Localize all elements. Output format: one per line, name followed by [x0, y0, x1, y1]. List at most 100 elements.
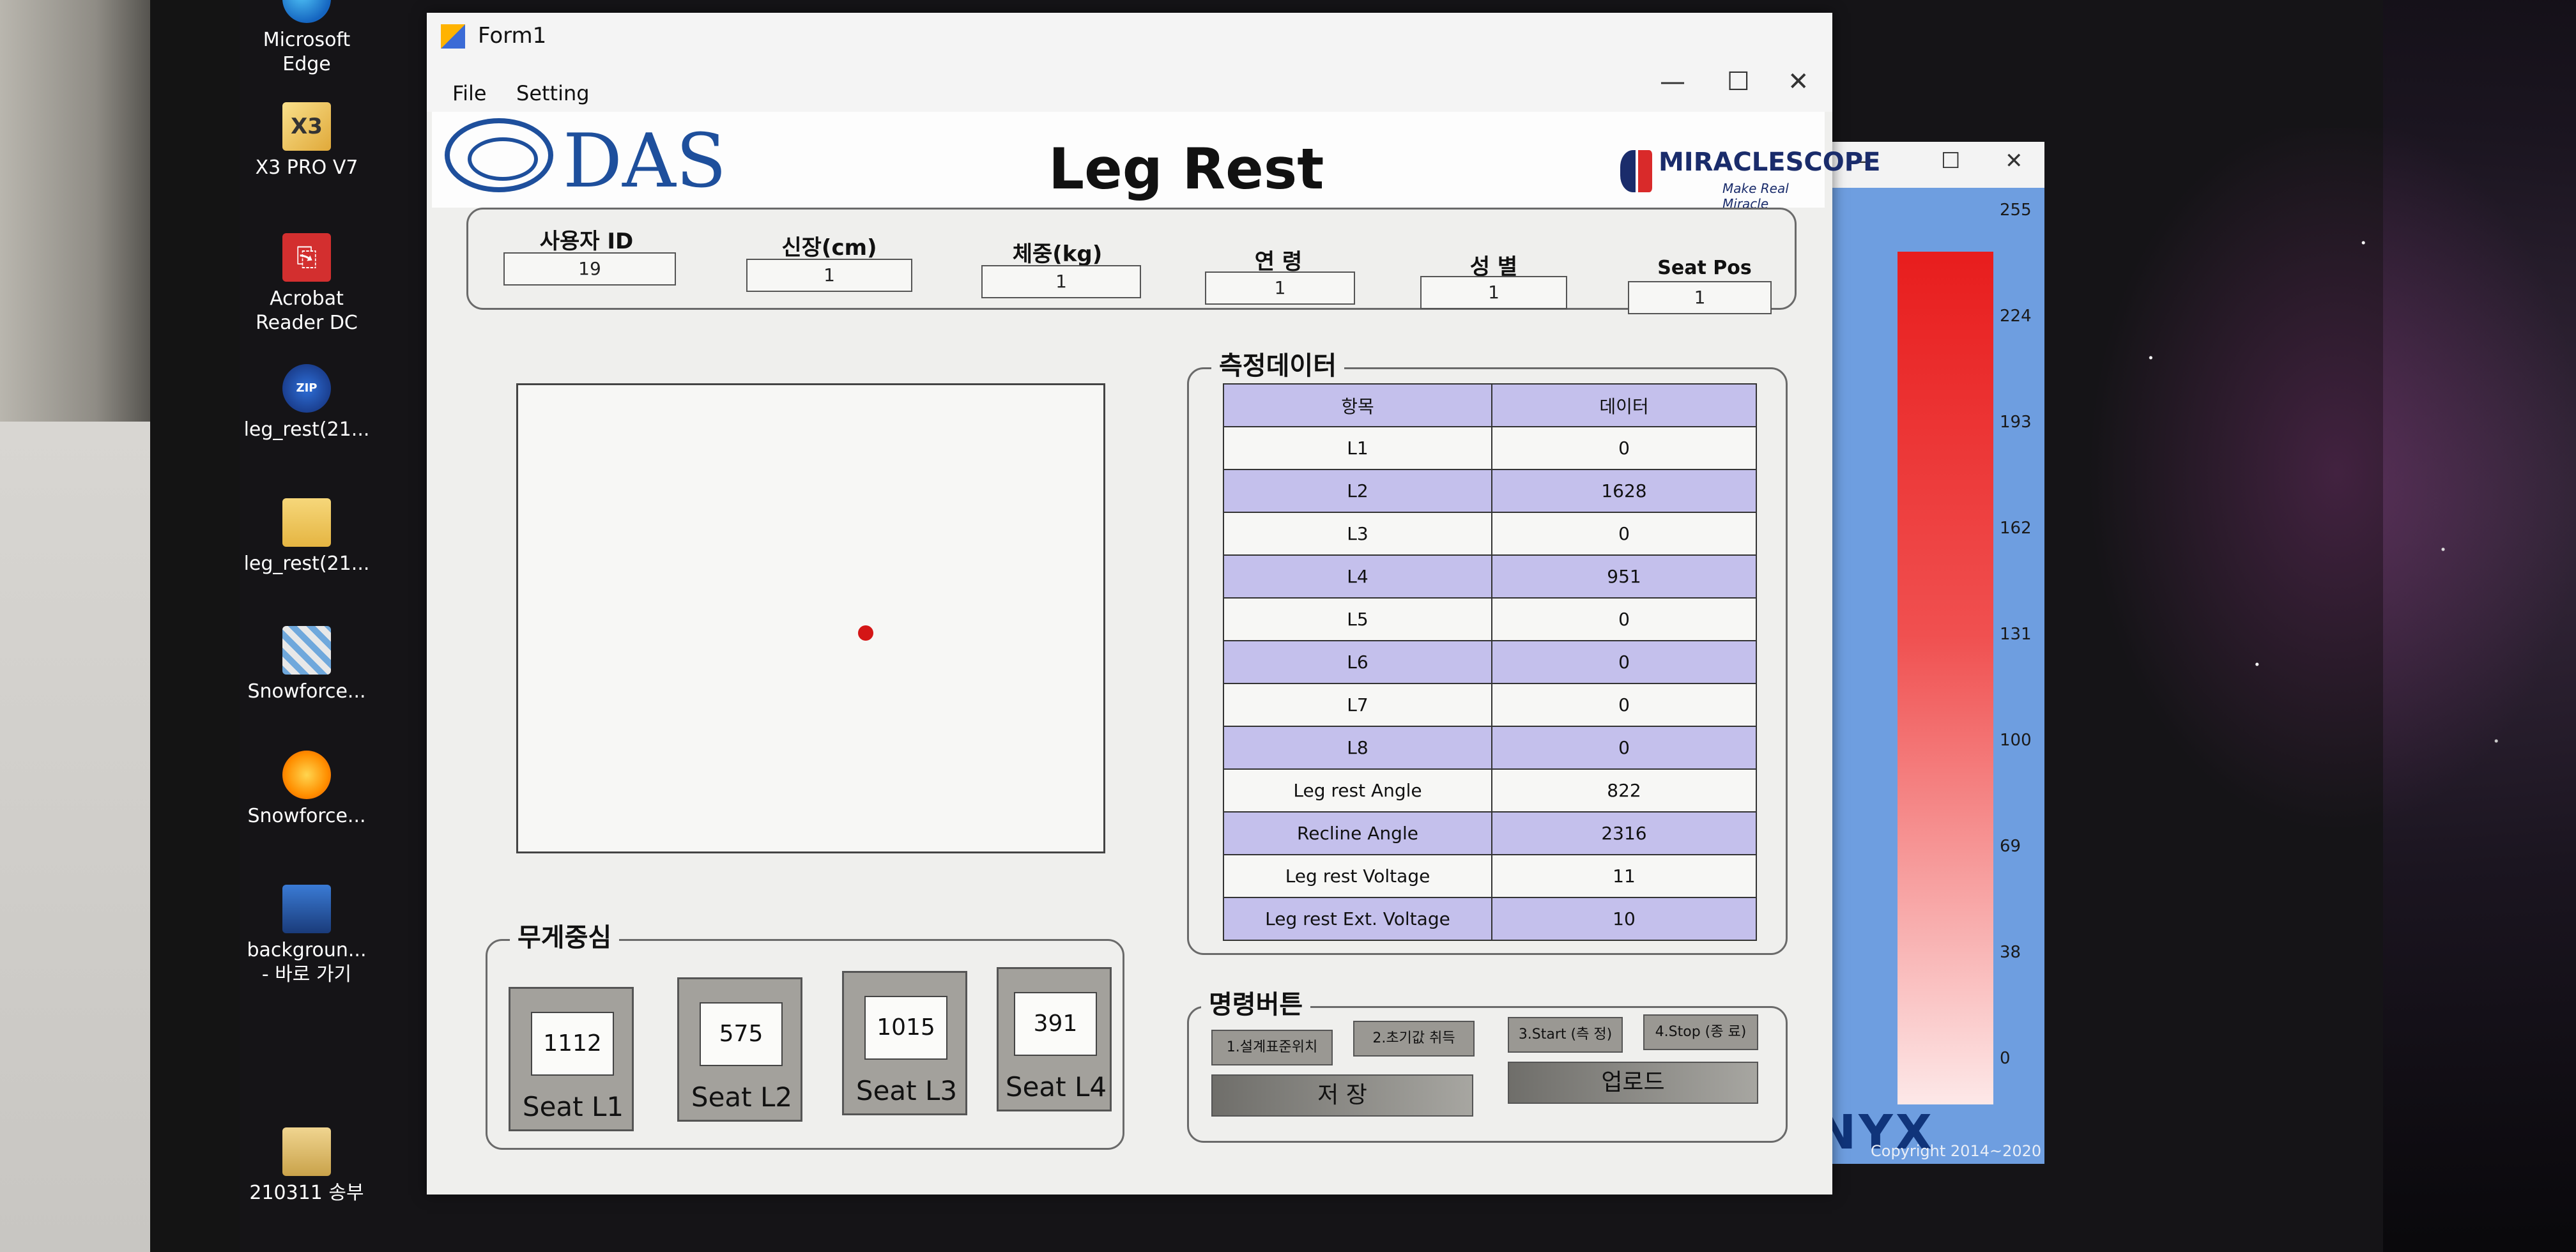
seat-value: 1015: [864, 996, 947, 1060]
shortcut-icon: [282, 885, 331, 933]
file-icon: [282, 1127, 331, 1176]
window-title: Form1: [478, 23, 547, 49]
row-value: 0: [1491, 512, 1757, 556]
close-icon[interactable]: ✕: [2005, 148, 2023, 174]
start-button[interactable]: 3.Start (측 정): [1508, 1017, 1623, 1053]
row-value: 0: [1491, 640, 1757, 684]
menubar: File Setting — ☐ ✕: [427, 61, 1832, 112]
x3-icon: X3: [282, 102, 331, 151]
field-label: 신장(cm): [781, 235, 877, 261]
scale-label: 69: [2000, 837, 2021, 856]
row-value: 11: [1491, 854, 1757, 898]
measure-table: 항목 데이터 L1 0 L2 1628 L3 0 L4 951 L5 0 L6 0 L7 0 …: [1223, 383, 1757, 941]
scale-label: 0: [2000, 1049, 2011, 1068]
weight-field[interactable]: 1: [981, 265, 1141, 298]
save-button[interactable]: 저 장: [1211, 1074, 1473, 1117]
row-value: 1628: [1491, 469, 1757, 513]
row-value: 0: [1491, 726, 1757, 770]
row-label: L3: [1223, 512, 1492, 556]
desktop-icon-snowforce-2[interactable]: Snowforce...: [230, 751, 383, 828]
scale-label: 131: [2000, 625, 2032, 644]
row-value: 0: [1491, 426, 1757, 470]
desk: [0, 422, 166, 1252]
monitor-bezel: [150, 0, 240, 1252]
measure-data-title: 측정데이터: [1211, 345, 1344, 382]
desktop-icon-snowforce-1[interactable]: Snowforce...: [230, 626, 383, 704]
seat-value: 575: [700, 1002, 783, 1066]
desktop-icon-x3[interactable]: X3 X3 PRO V7: [230, 102, 383, 180]
app-icon: [441, 24, 465, 49]
seat-label: Seat L2: [691, 1081, 793, 1113]
header-banner: DAS Leg Rest MIRACLESCOPE Make Real Mira…: [432, 112, 1880, 211]
row-label: L2: [1223, 469, 1492, 513]
wallpaper-stars: [2044, 128, 2576, 894]
stop-button[interactable]: 4.Stop (종 료): [1643, 1014, 1758, 1050]
field-label: 연 령: [1254, 249, 1303, 275]
design-standard-button[interactable]: 1.설계표준위치: [1211, 1030, 1333, 1065]
row-value: 0: [1491, 597, 1757, 641]
brand-name: MIRACLESCOPE: [1659, 148, 1881, 177]
seat-l1: 1112 Seat L1: [509, 987, 634, 1131]
table-header: 항목: [1223, 383, 1492, 427]
seat-label: Seat L4: [1005, 1071, 1107, 1103]
scale-label: 224: [2000, 307, 2032, 326]
desktop-icon-edge[interactable]: Microsoft Edge: [230, 0, 383, 77]
table-row: L2 1628: [1223, 469, 1757, 513]
maximize-icon[interactable]: ☐: [1941, 148, 1960, 174]
pdf-icon: ⎘: [282, 233, 331, 282]
cog-plot-area: [516, 383, 1105, 853]
zip-icon: ZIP: [282, 364, 331, 413]
desktop-icon-background-shortcut[interactable]: backgroun... - 바로 가기: [230, 885, 383, 987]
seat-l2: 575 Seat L2: [677, 977, 802, 1122]
table-row: Leg rest Voltage 11: [1223, 854, 1757, 898]
desktop-icon-zip[interactable]: ZIP leg_rest(21...: [230, 364, 383, 442]
field-label: 사용자 ID: [539, 229, 634, 254]
row-value: 2316: [1491, 811, 1757, 855]
initial-value-button[interactable]: 2.초기값 취득: [1353, 1021, 1475, 1057]
scale-label: 193: [2000, 413, 2032, 432]
user-id-field[interactable]: 19: [503, 252, 676, 286]
desktop-icon-210311[interactable]: 210311 송부: [230, 1127, 383, 1205]
row-label: L8: [1223, 726, 1492, 770]
das-logo-text: DAS: [563, 118, 727, 204]
scale-label: 162: [2000, 519, 2032, 538]
table-row: L3 0: [1223, 512, 1757, 556]
row-label: Recline Angle: [1223, 811, 1492, 855]
upload-button[interactable]: 업로드: [1508, 1062, 1758, 1104]
desktop-icon-folder[interactable]: leg_rest(21...: [230, 498, 383, 576]
seat-l3: 1015 Seat L3: [842, 971, 967, 1115]
row-label: L4: [1223, 554, 1492, 599]
color-scale-bar: [1897, 252, 1993, 1104]
table-header: 데이터: [1491, 383, 1757, 427]
das-logo-icon: [445, 118, 553, 195]
minimize-icon[interactable]: —: [1660, 67, 1685, 96]
table-row: Leg rest Ext. Voltage 10: [1223, 897, 1757, 941]
cog-title: 무게중심: [510, 917, 620, 954]
kitronyx-body: 255 224 193 162 131 100 69 38 0: [1827, 188, 2044, 1164]
table-row: Recline Angle 2316: [1223, 811, 1757, 855]
seat-label: Seat L1: [522, 1091, 624, 1122]
close-icon[interactable]: ✕: [1788, 67, 1809, 96]
menu-setting[interactable]: Setting: [516, 81, 590, 105]
brand-tagline: Make Real Miracle: [1722, 181, 1789, 211]
seat-value: 1112: [531, 1012, 614, 1076]
desktop-icon-acrobat[interactable]: ⎘ Acrobat Reader DC: [230, 233, 383, 335]
desktop-icon-label: Microsoft Edge: [263, 29, 351, 75]
command-title: 명령버튼: [1201, 984, 1311, 1021]
row-label: Leg rest Angle: [1223, 768, 1492, 813]
desktop-icon-label: Snowforce...: [247, 805, 366, 827]
row-label: L6: [1223, 640, 1492, 684]
gender-field[interactable]: 1: [1420, 276, 1567, 309]
field-label: 체중(kg): [1012, 241, 1103, 267]
table-row: L5 0: [1223, 597, 1757, 641]
seat-pos-field[interactable]: 1: [1628, 281, 1772, 314]
row-value: 0: [1491, 683, 1757, 727]
maximize-icon[interactable]: ☐: [1727, 67, 1750, 96]
height-field[interactable]: 1: [746, 259, 912, 292]
desktop-icon-label: backgroun... - 바로 가기: [247, 939, 367, 986]
cog-point: [858, 625, 873, 641]
seat-l4: 391 Seat L4: [997, 967, 1112, 1111]
age-field[interactable]: 1: [1205, 271, 1355, 305]
menu-file[interactable]: File: [452, 81, 487, 105]
desktop-icon-label: Acrobat Reader DC: [256, 287, 358, 334]
